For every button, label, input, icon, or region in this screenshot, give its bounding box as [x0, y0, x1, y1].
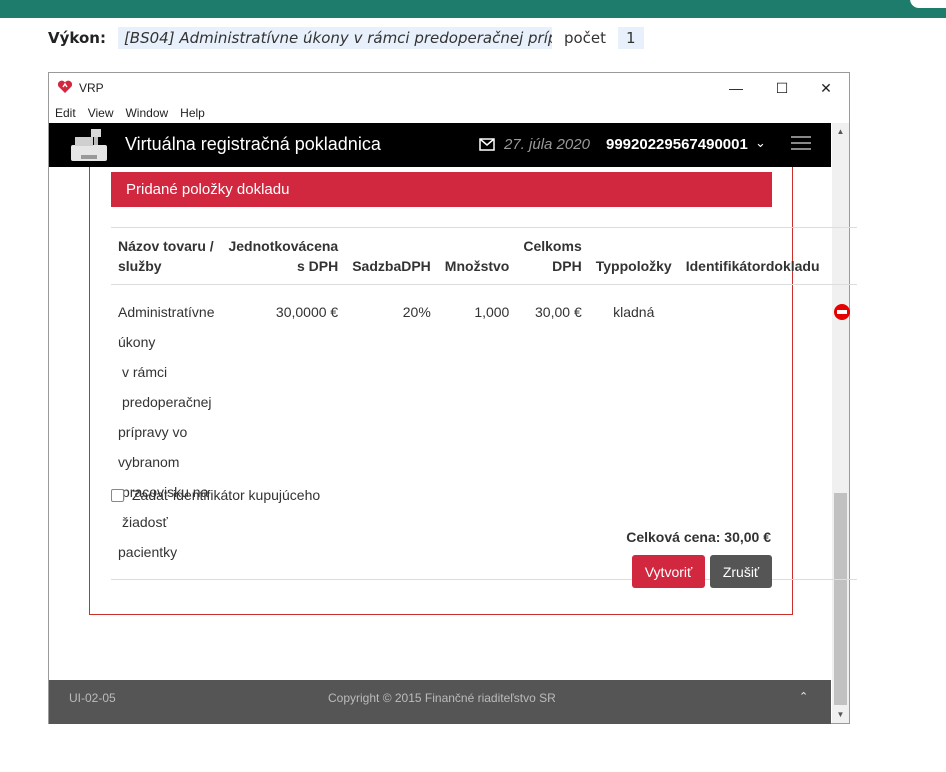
minimize-button[interactable]: —: [713, 73, 759, 103]
header-date: 27. júla 2020: [504, 136, 590, 153]
heart-icon: [57, 80, 73, 93]
item-name: Administratívne úkony v rámci predoperač…: [111, 284, 222, 580]
top-bar: [0, 0, 946, 18]
close-icon: ✕: [820, 79, 832, 96]
col-identifier: Identifikátordokladu: [678, 227, 827, 285]
maximize-icon: ☐: [775, 79, 789, 96]
menu-view[interactable]: View: [82, 106, 120, 120]
app-name: Virtuálna registračná pokladnica: [125, 134, 381, 154]
menu-edit[interactable]: Edit: [49, 106, 82, 120]
envelope-icon: [479, 138, 495, 151]
buyer-identifier-option: Zadať identifikátor kupujúceho: [111, 487, 320, 503]
screen-code: UI-02-05: [69, 691, 116, 705]
cash-register-id[interactable]: 99920229567490001: [606, 136, 748, 153]
col-name: Názov tovaru / služby: [111, 227, 222, 285]
chevron-down-icon[interactable]: ⌄: [755, 135, 766, 151]
remove-item-icon[interactable]: [833, 304, 850, 320]
vykon-label: Výkon:: [48, 29, 106, 47]
buyer-identifier-label[interactable]: Zadať identifikátor kupujúceho: [132, 487, 320, 503]
pocet-label: počet: [563, 29, 607, 47]
vykon-row: Výkon: [BS04] Administratívne úkony v rá…: [48, 26, 644, 50]
copyright: Copyright © 2015 Finančné riaditeľstvo S…: [328, 691, 556, 705]
pocet-value: 1: [618, 27, 644, 49]
col-unit-price: Jednotkovácena s DPH: [221, 227, 346, 285]
document-items-panel: Pridané položky dokladu Názov tovaru / s…: [89, 167, 857, 615]
col-vat-rate: SadzbaDPH: [345, 227, 438, 285]
col-actions: [826, 227, 857, 285]
item-unit-price: 30,0000 €: [221, 284, 346, 580]
menu-window[interactable]: Window: [119, 106, 174, 120]
item-total: 30,00 €: [516, 284, 589, 580]
create-button[interactable]: Vytvoriť: [632, 555, 705, 588]
vrp-window: VRP — ☐ ✕ Edit View Window Help Virtuáln…: [48, 72, 857, 724]
vykon-value: [BS04] Administratívne úkony v rámci pre…: [117, 27, 552, 49]
col-item-type: Typpoložky: [588, 227, 679, 285]
cancel-button[interactable]: Zrušiť: [710, 555, 772, 588]
menu-help[interactable]: Help: [174, 106, 211, 120]
items-table: Názov tovaru / služby Jednotkovácena s D…: [111, 227, 857, 580]
scroll-down-arrow-icon[interactable]: ▼: [832, 706, 849, 723]
scroll-up-arrow-icon[interactable]: ▲: [832, 123, 849, 140]
top-bar-pill: [910, 0, 946, 8]
table-header-row: Názov tovaru / služby Jednotkovácena s D…: [111, 227, 857, 285]
hamburger-menu-icon[interactable]: [791, 136, 811, 152]
scroll-to-top-icon[interactable]: ⌃: [799, 690, 808, 703]
remove-item-cell: [826, 284, 857, 580]
app-header: Virtuálna registračná pokladnica 27. júl…: [49, 123, 831, 167]
title-bar: VRP — ☐ ✕: [49, 73, 849, 103]
cash-register-logo-icon: [71, 129, 107, 161]
window-title: VRP: [79, 81, 104, 95]
item-vat-rate: 20%: [345, 284, 438, 580]
buyer-identifier-checkbox[interactable]: [111, 488, 124, 502]
menu-bar: Edit View Window Help: [49, 103, 849, 123]
minimize-icon: —: [729, 80, 743, 96]
item-quantity: 1,000: [437, 284, 517, 580]
close-window-button[interactable]: ✕: [803, 73, 849, 103]
app-footer: UI-02-05 Copyright © 2015 Finančné riadi…: [49, 680, 831, 724]
maximize-button[interactable]: ☐: [759, 73, 805, 103]
panel-heading: Pridané položky dokladu: [111, 172, 772, 207]
col-quantity: Množstvo: [437, 227, 517, 285]
col-total: Celkoms DPH: [516, 227, 589, 285]
total-price: Celková cena: 30,00 €: [626, 529, 771, 545]
